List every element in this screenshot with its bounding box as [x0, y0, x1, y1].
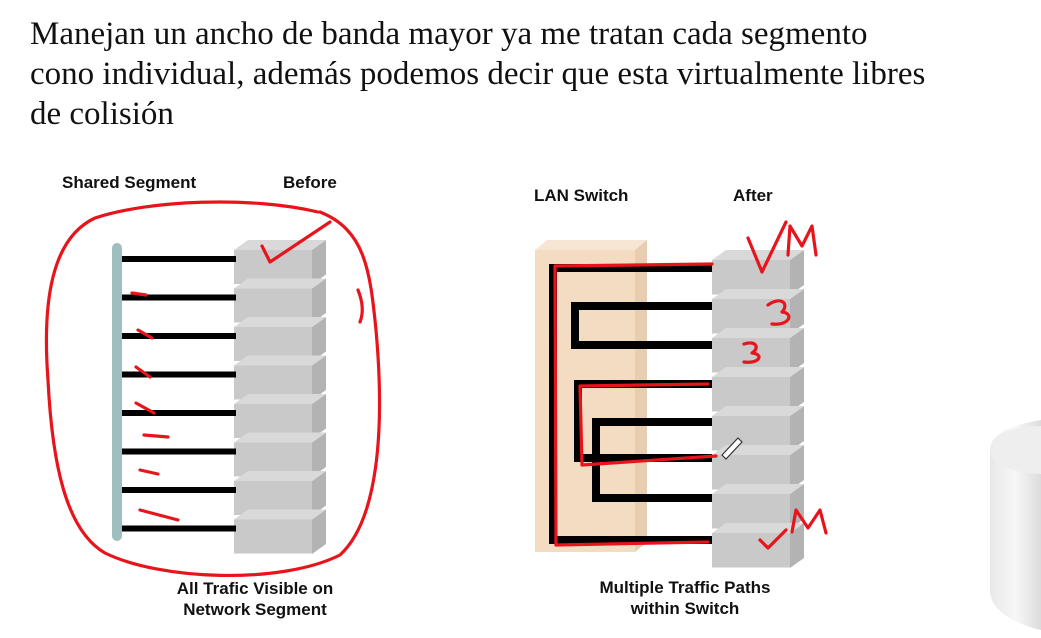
left-cable-4: [122, 371, 236, 378]
left-port-8: [234, 509, 326, 555]
lan-switch-side: [635, 240, 647, 552]
left-diagram: [112, 240, 326, 555]
shared-bus: [112, 243, 122, 541]
left-cable-3: [122, 333, 236, 339]
right-port-8: [712, 523, 804, 569]
left-port-1: [234, 240, 326, 285]
left-port-7: [234, 471, 326, 516]
left-cable-1: [122, 256, 236, 262]
right-port-stack: [712, 250, 804, 569]
left-cable-6: [122, 448, 236, 455]
left-cables: [122, 256, 236, 532]
decorative-cylinder-icon: [990, 420, 1041, 630]
left-port-6: [234, 432, 326, 478]
left-cable-7: [122, 487, 236, 493]
left-cable-5: [122, 410, 236, 416]
right-diagram: [535, 240, 804, 569]
left-port-3: [234, 317, 326, 362]
right-port-7: [712, 484, 804, 530]
left-port-2: [234, 278, 326, 324]
left-port-stack: [234, 240, 326, 555]
left-port-4: [234, 355, 326, 401]
network-diagrams: [44, 200, 1041, 630]
dash-annotation-5: [142, 433, 170, 439]
right-port-1: [712, 250, 804, 296]
dash-annotation-7: [138, 508, 180, 522]
right-port-4: [712, 367, 804, 413]
right-port-3: [712, 328, 804, 374]
tick-annotation-1: [356, 288, 364, 324]
right-port-5: [712, 406, 804, 452]
dash-annotation-6: [138, 468, 160, 476]
right-port-2: [712, 289, 804, 335]
dash-annotation-1: [130, 291, 148, 297]
left-port-5: [234, 394, 326, 439]
lan-switch-top: [535, 240, 647, 250]
left-cable-8: [122, 525, 236, 532]
